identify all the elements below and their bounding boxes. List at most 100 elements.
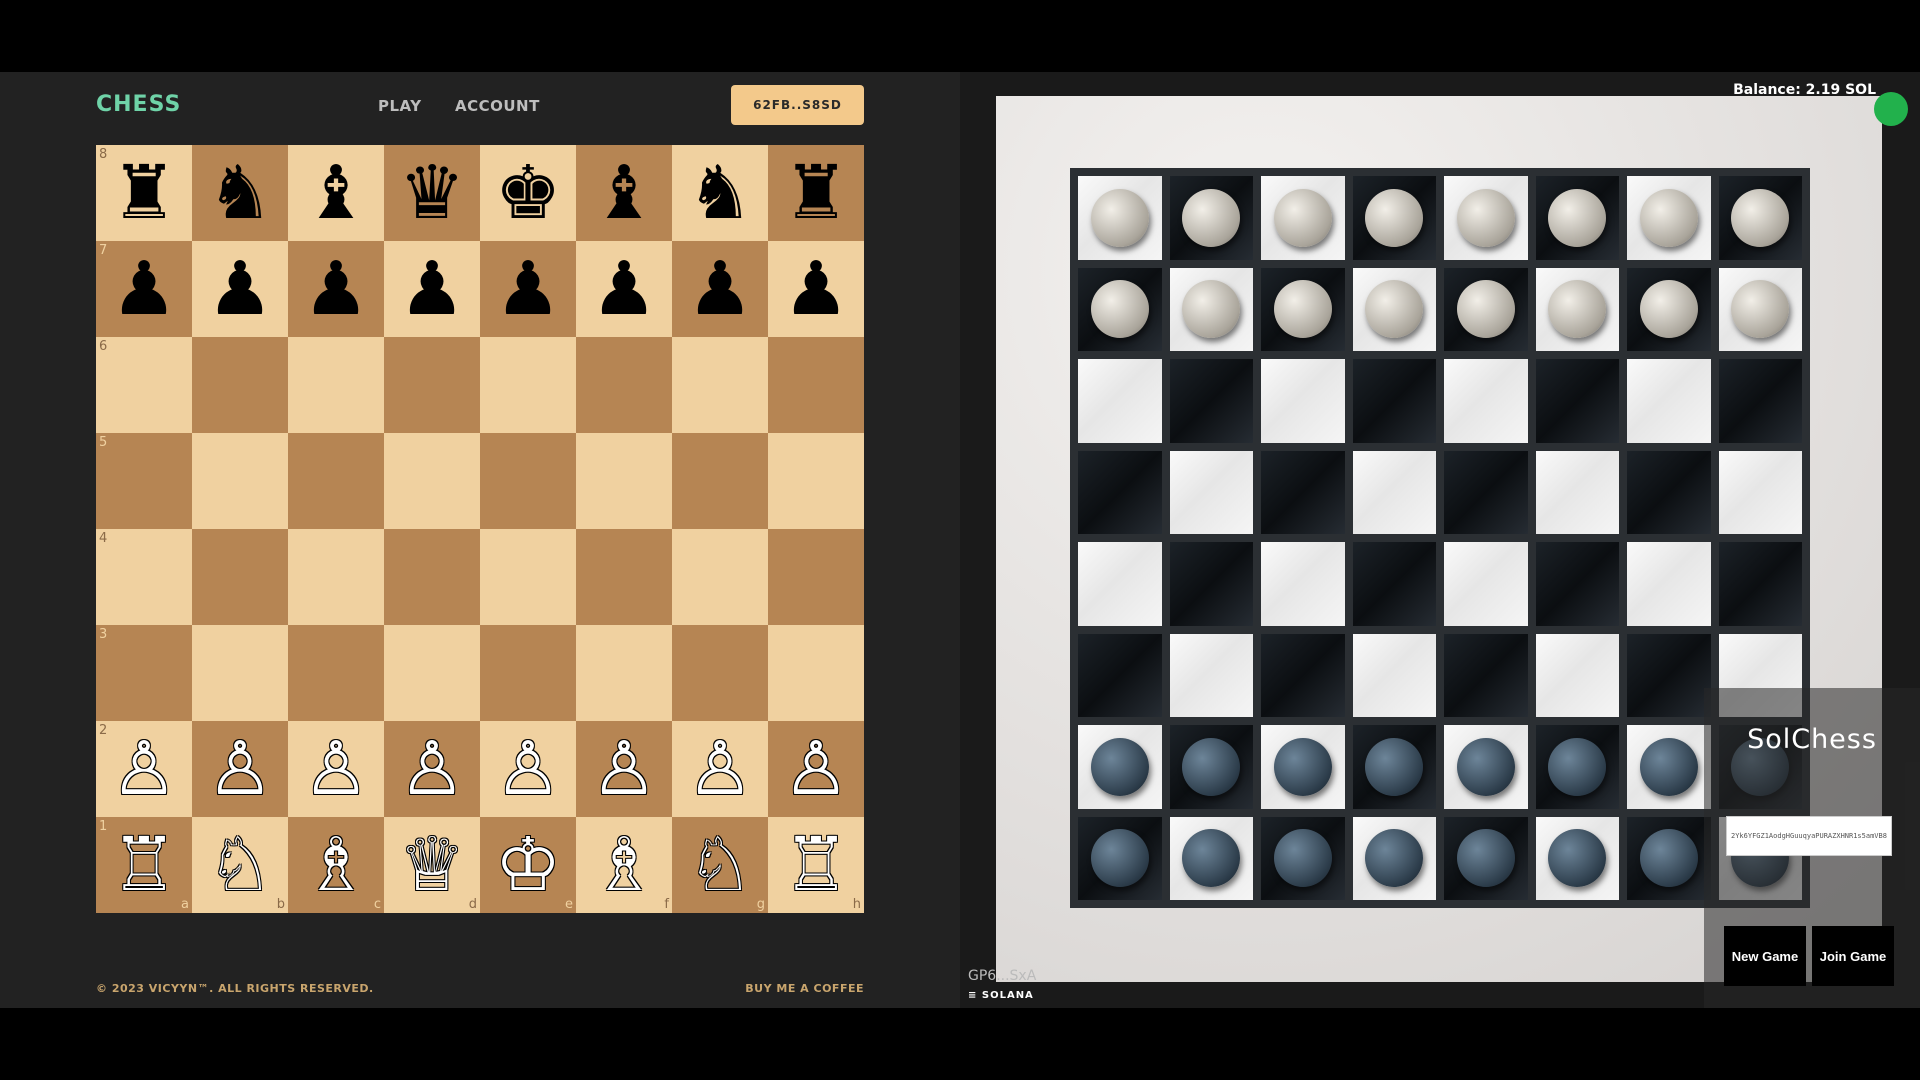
square-f5[interactable]	[576, 433, 672, 529]
marble-square[interactable]	[1535, 633, 1619, 717]
marble-square[interactable]	[1352, 816, 1436, 900]
white-pawn-icon[interactable]: ♙	[399, 732, 465, 806]
black-3d-piece-icon[interactable]	[1548, 737, 1607, 796]
square-d6[interactable]	[384, 337, 480, 433]
square-h7[interactable]: ♟	[768, 241, 864, 337]
marble-square[interactable]	[1169, 267, 1253, 351]
square-h4[interactable]	[768, 529, 864, 625]
marble-square[interactable]	[1444, 176, 1528, 260]
square-c8[interactable]: ♝	[288, 145, 384, 241]
black-pawn-icon[interactable]: ♟	[111, 252, 177, 326]
marble-square[interactable]	[1352, 542, 1436, 626]
square-b3[interactable]	[192, 625, 288, 721]
square-h5[interactable]	[768, 433, 864, 529]
white-pawn-icon[interactable]: ♙	[687, 732, 753, 806]
white-3d-piece-icon[interactable]	[1182, 280, 1241, 339]
square-f6[interactable]	[576, 337, 672, 433]
square-d8[interactable]: ♛	[384, 145, 480, 241]
black-pawn-icon[interactable]: ♟	[591, 252, 657, 326]
marble-square[interactable]	[1535, 816, 1619, 900]
marble-square[interactable]	[1627, 725, 1711, 809]
square-g1[interactable]: g ♘	[672, 817, 768, 913]
marble-square[interactable]	[1261, 816, 1345, 900]
3d-chess-board[interactable]	[1070, 168, 1810, 908]
marble-square[interactable]	[1627, 450, 1711, 534]
black-pawn-icon[interactable]: ♟	[495, 252, 561, 326]
marble-square[interactable]	[1718, 359, 1802, 443]
square-b2[interactable]: ♙	[192, 721, 288, 817]
marble-square[interactable]	[1078, 725, 1162, 809]
square-f7[interactable]: ♟	[576, 241, 672, 337]
nav-play-link[interactable]: PLAY	[378, 97, 422, 115]
white-pawn-icon[interactable]: ♙	[303, 732, 369, 806]
square-g3[interactable]	[672, 625, 768, 721]
wallet-address-button[interactable]: 62FB..S8SD	[731, 85, 864, 125]
join-game-button[interactable]: Join Game	[1812, 926, 1894, 986]
marble-square[interactable]	[1627, 267, 1711, 351]
square-c1[interactable]: c ♗	[288, 817, 384, 913]
marble-square[interactable]	[1261, 359, 1345, 443]
square-f3[interactable]	[576, 625, 672, 721]
black-rook-icon[interactable]: ♜	[111, 156, 177, 230]
black-3d-piece-icon[interactable]	[1182, 737, 1241, 796]
black-bishop-icon[interactable]: ♝	[303, 156, 369, 230]
marble-square[interactable]	[1169, 633, 1253, 717]
black-3d-piece-icon[interactable]	[1090, 829, 1149, 888]
square-d1[interactable]: d ♕	[384, 817, 480, 913]
marble-square[interactable]	[1352, 267, 1436, 351]
square-d2[interactable]: ♙	[384, 721, 480, 817]
square-a2[interactable]: 2 ♙	[96, 721, 192, 817]
square-g2[interactable]: ♙	[672, 721, 768, 817]
buy-me-a-coffee-link[interactable]: BUY ME A COFFEE	[745, 982, 864, 995]
square-h3[interactable]	[768, 625, 864, 721]
nav-account-link[interactable]: ACCOUNT	[455, 97, 540, 115]
white-3d-piece-icon[interactable]	[1365, 280, 1424, 339]
square-a1[interactable]: 1 a ♖	[96, 817, 192, 913]
white-3d-piece-icon[interactable]	[1090, 280, 1149, 339]
black-knight-icon[interactable]: ♞	[687, 156, 753, 230]
marble-square[interactable]	[1078, 633, 1162, 717]
marble-square[interactable]	[1261, 176, 1345, 260]
marble-square[interactable]	[1627, 176, 1711, 260]
square-b8[interactable]: ♞	[192, 145, 288, 241]
black-knight-icon[interactable]: ♞	[207, 156, 273, 230]
square-b4[interactable]	[192, 529, 288, 625]
square-h1[interactable]: h ♖	[768, 817, 864, 913]
black-3d-piece-icon[interactable]	[1639, 829, 1698, 888]
new-game-button[interactable]: New Game	[1724, 926, 1806, 986]
square-c3[interactable]	[288, 625, 384, 721]
marble-square[interactable]	[1535, 267, 1619, 351]
black-pawn-icon[interactable]: ♟	[399, 252, 465, 326]
white-3d-piece-icon[interactable]	[1548, 188, 1607, 247]
marble-square[interactable]	[1261, 725, 1345, 809]
marble-square[interactable]	[1352, 359, 1436, 443]
square-b6[interactable]	[192, 337, 288, 433]
white-3d-piece-icon[interactable]	[1456, 280, 1515, 339]
black-pawn-icon[interactable]: ♟	[303, 252, 369, 326]
marble-square[interactable]	[1261, 633, 1345, 717]
square-a3[interactable]: 3	[96, 625, 192, 721]
marble-square[interactable]	[1078, 359, 1162, 443]
marble-square[interactable]	[1444, 633, 1528, 717]
square-a6[interactable]: 6	[96, 337, 192, 433]
marble-square[interactable]	[1627, 359, 1711, 443]
marble-square[interactable]	[1444, 359, 1528, 443]
black-bishop-icon[interactable]: ♝	[591, 156, 657, 230]
marble-square[interactable]	[1169, 450, 1253, 534]
marble-square[interactable]	[1718, 267, 1802, 351]
marble-square[interactable]	[1444, 816, 1528, 900]
marble-square[interactable]	[1169, 176, 1253, 260]
black-3d-piece-icon[interactable]	[1456, 737, 1515, 796]
white-knight-icon[interactable]: ♘	[687, 828, 753, 902]
white-3d-piece-icon[interactable]	[1273, 280, 1332, 339]
app-logo[interactable]: CHESS	[96, 92, 181, 117]
square-g6[interactable]	[672, 337, 768, 433]
square-d3[interactable]	[384, 625, 480, 721]
square-a5[interactable]: 5	[96, 433, 192, 529]
square-d5[interactable]	[384, 433, 480, 529]
marble-square[interactable]	[1718, 542, 1802, 626]
black-3d-piece-icon[interactable]	[1273, 737, 1332, 796]
square-c4[interactable]	[288, 529, 384, 625]
white-3d-piece-icon[interactable]	[1731, 280, 1790, 339]
white-king-icon[interactable]: ♔	[495, 828, 561, 902]
